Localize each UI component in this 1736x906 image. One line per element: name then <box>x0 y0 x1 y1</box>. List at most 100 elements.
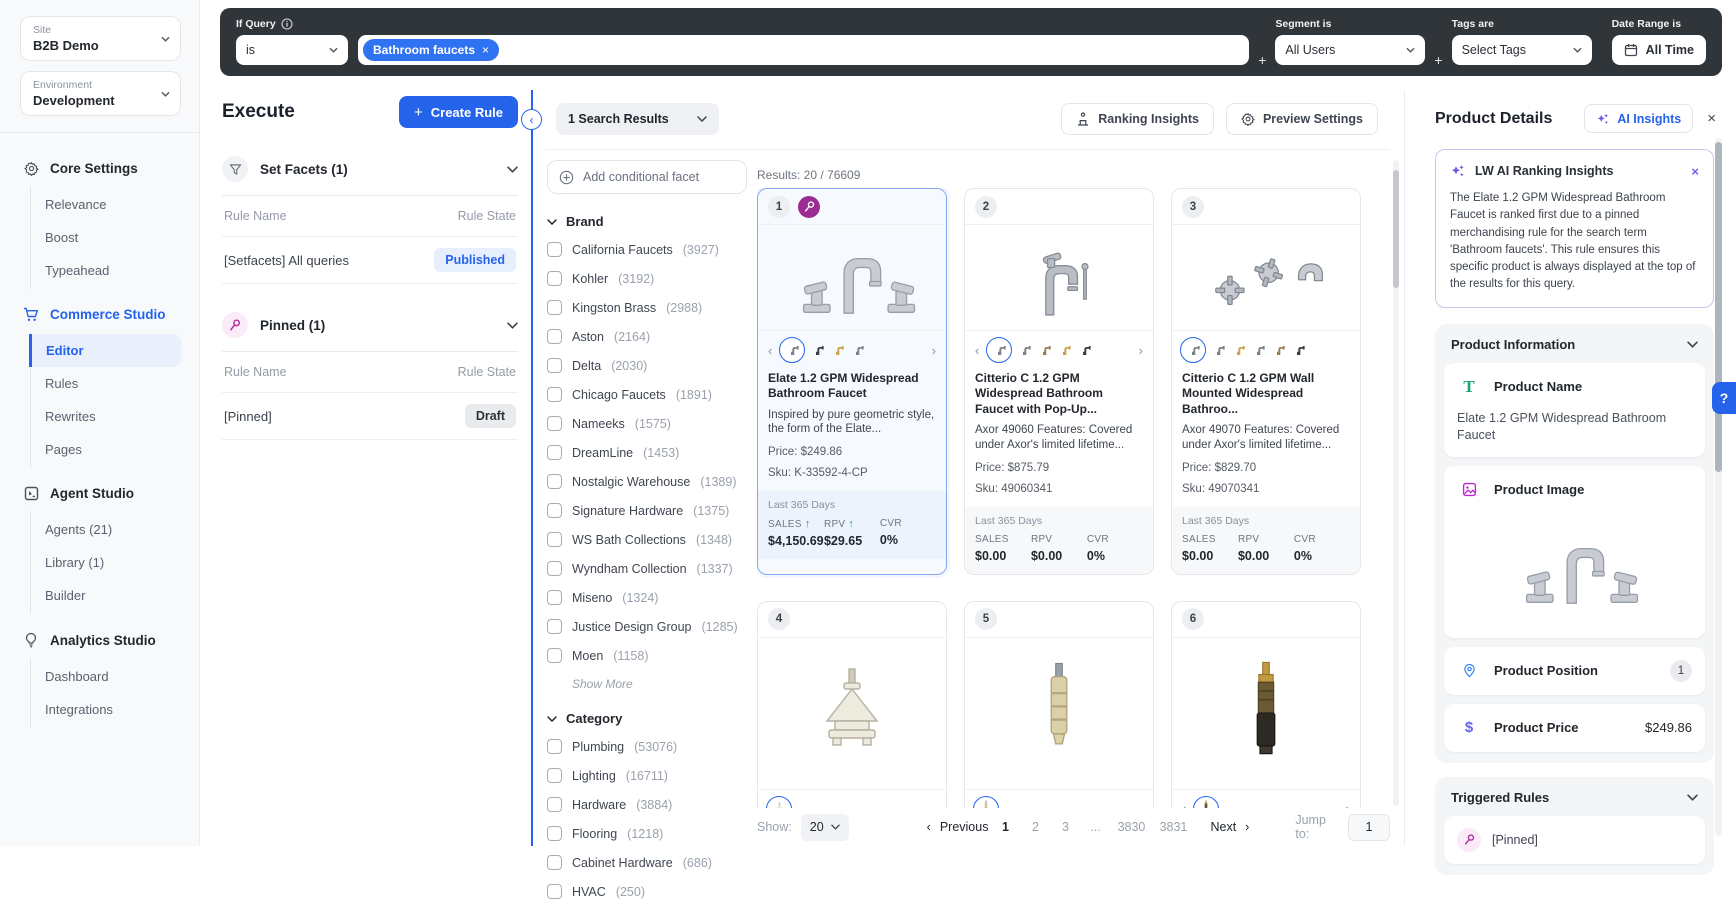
collapse-panel-button[interactable]: ‹ <box>521 109 542 130</box>
environment-selector[interactable]: Environment Development <box>20 71 181 116</box>
page-number-3830[interactable]: 3830 <box>1112 816 1150 838</box>
query-tag[interactable]: Bathroom faucets × <box>363 39 500 61</box>
sidebar-item-typeahead[interactable]: Typeahead <box>31 254 199 287</box>
facet-option[interactable]: Cabinet Hardware (686) <box>547 848 747 877</box>
facet-option[interactable]: Moen (1158) <box>547 641 747 670</box>
page-number-3831[interactable]: 3831 <box>1154 816 1192 838</box>
product-card-1[interactable]: 1 ‹ › Elate 1.2 GPM Widespread Bathroom … <box>757 188 947 575</box>
facet-option[interactable]: Kohler (3192) <box>547 264 747 293</box>
checkbox[interactable] <box>547 271 562 286</box>
facet-option[interactable]: Plumbing (53076) <box>547 732 747 761</box>
previous-page-button[interactable]: ‹ Previous <box>927 820 989 834</box>
results-scrollbar-thumb[interactable] <box>1393 170 1399 288</box>
rule-group-header[interactable]: Pinned (1) <box>222 312 518 352</box>
jump-to-input[interactable] <box>1348 813 1390 841</box>
facet-group-category[interactable]: Category <box>547 711 747 726</box>
checkbox[interactable] <box>547 884 562 899</box>
variant-swatch[interactable] <box>1231 345 1246 356</box>
variant-swatch[interactable] <box>850 345 865 356</box>
details-scrollbar-thumb[interactable] <box>1715 142 1722 472</box>
preview-settings-button[interactable]: Preview Settings <box>1225 103 1378 135</box>
facet-option[interactable]: DreamLine (1453) <box>547 438 747 467</box>
facet-option[interactable]: Justice Design Group (1285) <box>547 612 747 641</box>
facet-option[interactable]: California Faucets (3927) <box>547 235 747 264</box>
product-card-4[interactable]: 4 2-5/16" Plastic Faucet Valve Jones Ste… <box>757 600 947 810</box>
sidebar-item-builder[interactable]: Builder <box>31 579 199 612</box>
checkbox[interactable] <box>547 300 562 315</box>
checkbox[interactable] <box>547 445 562 460</box>
checkbox[interactable] <box>547 561 562 576</box>
variant-swatch[interactable] <box>1211 345 1226 356</box>
checkbox[interactable] <box>547 590 562 605</box>
rule-row[interactable]: [Setfacets] All queries Published <box>222 237 518 284</box>
checkbox[interactable] <box>547 242 562 257</box>
query-operator-select[interactable]: is <box>236 35 348 65</box>
product-card-5[interactable]: 5 4-1/4" Brass Faucet Valve Jones Stephe… <box>964 600 1154 810</box>
sidebar-item-agents[interactable]: Agents (21) <box>31 513 199 546</box>
facet-option[interactable]: Kingston Brass (2988) <box>547 293 747 322</box>
checkbox[interactable] <box>547 768 562 783</box>
swatch-next-icon[interactable]: › <box>1137 343 1145 358</box>
add-conditional-facet[interactable]: Add conditional facet <box>547 160 747 194</box>
swatch-next-icon[interactable]: › <box>930 343 938 358</box>
variant-swatch[interactable] <box>1271 345 1286 356</box>
sidebar-item-integrations[interactable]: Integrations <box>31 693 199 726</box>
variant-swatch[interactable] <box>1037 345 1052 356</box>
sidebar-item-rewrites[interactable]: Rewrites <box>31 400 199 433</box>
show-more-link[interactable]: Show More <box>572 677 747 691</box>
variant-swatch[interactable] <box>1291 345 1306 356</box>
query-input[interactable]: Bathroom faucets × <box>358 35 1250 65</box>
checkbox[interactable] <box>547 855 562 870</box>
page-number-1[interactable]: 1 <box>992 816 1018 838</box>
page-number-3[interactable]: 3 <box>1052 816 1078 838</box>
facet-option[interactable]: Wyndham Collection (1337) <box>547 554 747 583</box>
variant-swatch[interactable] <box>1017 345 1032 356</box>
checkbox[interactable] <box>547 329 562 344</box>
checkbox[interactable] <box>547 739 562 754</box>
section-header[interactable]: Triggered Rules <box>1444 785 1705 816</box>
ranking-insights-button[interactable]: Ranking Insights <box>1061 103 1214 135</box>
checkbox[interactable] <box>547 532 562 547</box>
variant-swatch[interactable] <box>1057 345 1072 356</box>
rule-group-header[interactable]: Set Facets (1) <box>222 156 518 196</box>
selected-variant-swatch[interactable] <box>779 337 806 363</box>
swatch-prev-icon[interactable]: ‹ <box>766 343 774 358</box>
sidebar-item-pages[interactable]: Pages <box>31 433 199 466</box>
facet-option[interactable]: WS Bath Collections (1348) <box>547 525 747 554</box>
variant-swatch[interactable] <box>830 345 845 356</box>
checkbox[interactable] <box>547 416 562 431</box>
facet-option[interactable]: Nostalgic Warehouse (1389) <box>547 467 747 496</box>
sidebar-item-library[interactable]: Library (1) <box>31 546 199 579</box>
selected-variant-swatch[interactable] <box>986 337 1013 363</box>
variant-swatch[interactable] <box>1251 345 1266 356</box>
facet-option[interactable]: Signature Hardware (1375) <box>547 496 747 525</box>
sidebar-item-editor[interactable]: Editor <box>29 334 181 367</box>
facet-group-brand[interactable]: Brand <box>547 214 747 229</box>
search-results-selector[interactable]: 1 Search Results <box>556 103 719 135</box>
next-page-button[interactable]: Next › <box>1210 820 1249 834</box>
variant-swatch[interactable] <box>810 345 825 356</box>
facet-option[interactable]: HVAC (250) <box>547 877 747 906</box>
facet-option[interactable]: Chicago Faucets (1891) <box>547 380 747 409</box>
variant-swatch[interactable] <box>1077 345 1092 356</box>
checkbox[interactable] <box>547 474 562 489</box>
triggered-rule-card[interactable]: [Pinned] <box>1444 815 1705 864</box>
product-card-6[interactable]: 6 ‹ › 4-3/16" Plastic Faucet Valve with … <box>1171 600 1361 810</box>
checkbox[interactable] <box>547 619 562 634</box>
section-core-settings[interactable]: Core Settings <box>0 153 199 184</box>
close-icon[interactable]: × <box>1691 164 1699 179</box>
date-range-button[interactable]: All Time <box>1611 35 1706 65</box>
sidebar-item-boost[interactable]: Boost <box>31 221 199 254</box>
facet-option[interactable]: Miseno (1324) <box>547 583 747 612</box>
tag-remove-icon[interactable]: × <box>482 43 489 57</box>
tags-select[interactable]: Select Tags <box>1451 35 1592 65</box>
checkbox[interactable] <box>547 503 562 518</box>
site-selector[interactable]: Site B2B Demo <box>20 16 181 61</box>
product-card-3[interactable]: 3 Citterio C 1.2 GPM Wall Mounted Widesp… <box>1171 188 1361 575</box>
checkbox[interactable] <box>547 826 562 841</box>
rule-row[interactable]: [Pinned] Draft <box>222 393 518 440</box>
facet-option[interactable]: Nameeks (1575) <box>547 409 747 438</box>
segment-select[interactable]: All Users <box>1275 35 1426 65</box>
facet-option[interactable]: Hardware (3884) <box>547 790 747 819</box>
section-commerce-studio[interactable]: Commerce Studio <box>0 299 199 330</box>
